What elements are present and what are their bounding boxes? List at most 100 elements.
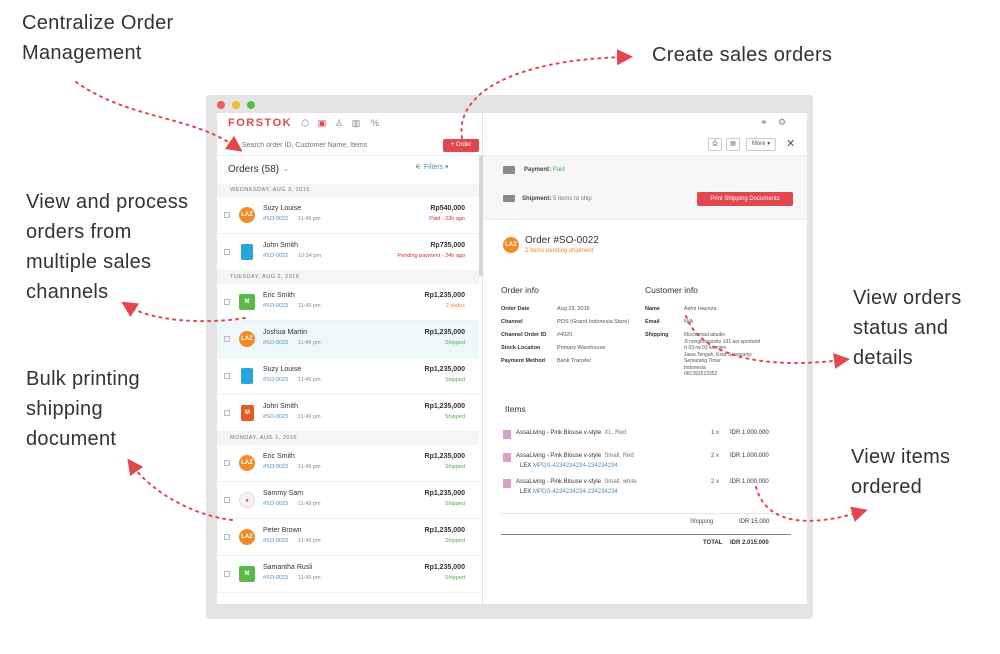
discount-icon[interactable]: % [369, 117, 381, 129]
order-row[interactable]: M Eric Smith #SO-0023 11:49 pm Rp1,235,000 2 … [217, 284, 479, 321]
channel-logo: LAZ [503, 237, 519, 253]
link-icon[interactable]: ⚭ [760, 117, 768, 128]
search-bar: + Order [217, 134, 483, 156]
shipping-address-line: Indonesia [684, 364, 706, 371]
order-id-link[interactable]: #SO-0023 [263, 303, 288, 309]
item-price: IDR 1.000.000 [730, 430, 769, 436]
shipment-label: Shipment: [522, 196, 552, 202]
order-status: Shipped [444, 414, 465, 420]
window-maximize-dot[interactable] [247, 101, 255, 109]
close-icon[interactable]: ✕ [786, 137, 795, 150]
order-id-link[interactable]: #SO-0023 [263, 414, 288, 420]
order-status: Shipped [444, 464, 465, 470]
order-row[interactable]: LAZ Peter Brown #SO-0023 11:49 pm Rp1,235,00… [217, 519, 479, 556]
order-checkbox[interactable] [224, 534, 230, 540]
item-quantity: 2 x [711, 453, 720, 459]
order-row[interactable]: Suzy Louise #SO-0023 11:49 pm Rp1,235,000 Sh… [217, 358, 479, 395]
tracking-link[interactable]: MPDS-4234234234-234234234 [533, 489, 618, 495]
order-time: 11:49 pm [298, 464, 321, 470]
divider-thick [501, 534, 791, 535]
card-icon [503, 166, 515, 174]
order-checkbox[interactable] [224, 571, 230, 577]
order-checkbox[interactable] [224, 460, 230, 466]
order-row[interactable]: ● Sammy Sam #SO-0023 11:49 pm Rp1,235,000 Shi… [217, 482, 479, 519]
order-id-link[interactable]: #SO-0023 [263, 464, 288, 470]
order-checkbox[interactable] [224, 373, 230, 379]
order-amount: Rp1,235,000 [424, 329, 465, 336]
item-price: IDR 1.000.000 [730, 453, 769, 459]
order-status: Shipped [444, 340, 465, 346]
order-amount: Rp1,235,000 [424, 366, 465, 373]
order-checkbox[interactable] [224, 410, 230, 416]
order-id-link[interactable]: #SO-0023 [263, 340, 288, 346]
order-checkbox[interactable] [224, 212, 230, 218]
shipment-status: 5 items to ship [553, 196, 592, 202]
order-row[interactable]: LAZ Suzy Louise #SO-0022 11:49 pm Rp540,000 P… [217, 197, 479, 234]
orders-panel: FORSTOK ⬡ ▣ ♙ ▥ % + Order Orders (58) ⌄ … [217, 113, 483, 604]
order-id-link[interactable]: #SO-0022 [263, 253, 288, 259]
search-input[interactable] [242, 137, 437, 153]
order-row[interactable]: LAZ Joshua Martin #SO-0023 11:49 pm Rp1,235,… [217, 321, 479, 358]
order-id-link[interactable]: #SO-0023 [263, 575, 288, 581]
channel-logo [241, 244, 253, 260]
order-row[interactable]: M John Smith #SO-0023 11:49 pm Rp1,235,000 Sh… [217, 395, 479, 432]
order-info-label: Payment Method [501, 358, 546, 364]
order-id-link[interactable]: #SO-0023 [263, 501, 288, 507]
order-row[interactable]: M Samantha Rusli #SO-0023 11:49 pm Rp1,235,0… [217, 556, 479, 593]
order-info-value: Bank Transfer [557, 358, 592, 364]
shipping-address-line: Semarang Timur [684, 358, 721, 364]
filters-button[interactable]: Filters ▾ [424, 163, 449, 171]
gear-icon[interactable]: ⚙ [778, 117, 786, 128]
order-time: 11:49 pm [298, 377, 321, 383]
user-icon[interactable]: ♙ [333, 117, 345, 129]
customer-name: John Smith [263, 403, 299, 410]
date-group-header: MONDAY, AUG 1, 2016 [217, 432, 479, 445]
chevron-down-icon[interactable]: ⌄ [283, 165, 289, 173]
order-checkbox[interactable] [224, 299, 230, 305]
shipping-address-line: rt 03 rw 03 kemijen [684, 345, 727, 351]
order-checkbox[interactable] [224, 249, 230, 255]
shipping-address-line: Jl nongkowarsito 191 asr sportand [684, 338, 761, 345]
more-dropdown[interactable]: More ▾ [746, 138, 776, 151]
order-checkbox[interactable] [224, 336, 230, 342]
order-time: 11:49 pm [298, 575, 321, 581]
order-status: Pending payment - 24h ago [397, 253, 465, 259]
item-thumbnail [503, 453, 511, 462]
order-status: Shipped [444, 377, 465, 383]
window-minimize-dot[interactable] [232, 101, 240, 109]
print-shipping-documents-button[interactable]: Print Shipping Documents [697, 192, 793, 206]
order-amount: Rp735,000 [430, 242, 465, 249]
orders-count-title[interactable]: Orders (58) [228, 164, 279, 175]
shipment-row: Shipment: 5 items to ship [522, 196, 592, 202]
order-row[interactable]: LAZ Eric Smith #SO-0023 11:49 pm Rp1,235,000… [217, 445, 479, 482]
order-info-label: Channel Order ID [501, 332, 547, 338]
bar-chart-icon[interactable]: ▥ [350, 117, 362, 129]
item-price: IDR 1.000.000 [730, 479, 769, 485]
customer-shipping-label: Shipping [645, 332, 669, 338]
box-icon[interactable]: ⬡ [299, 117, 311, 129]
order-amount: Rp1,235,000 [424, 403, 465, 410]
print-icon[interactable]: ⎙ [708, 138, 722, 151]
order-subtitle: 2 items pending shipment [525, 248, 594, 254]
filter-icon[interactable]: ⚟ [415, 163, 421, 171]
order-id-link[interactable]: #SO-0023 [263, 538, 288, 544]
order-id-link[interactable]: #SO-0022 [263, 216, 288, 222]
status-summary: Payment: Paid Shipment: 5 items to ship … [483, 156, 807, 220]
tracking-link[interactable]: MPDS-4234234234-234234234 [533, 463, 618, 469]
window-close-dot[interactable] [217, 101, 225, 109]
pdf-icon[interactable]: ▤ [726, 138, 740, 151]
forstok-logo[interactable]: FORSTOK [228, 117, 292, 129]
total-label: TOTAL [703, 540, 723, 546]
order-info-value: #4020 [557, 332, 573, 338]
truck-icon [503, 195, 515, 202]
shopping-bag-icon[interactable]: ▣ [316, 117, 328, 129]
order-id-link[interactable]: #SO-0023 [263, 377, 288, 383]
item-tracking: LEX MPDS-4234234234-234234234 [520, 463, 618, 469]
order-amount: Rp1,235,000 [424, 564, 465, 571]
order-checkbox[interactable] [224, 497, 230, 503]
add-order-button[interactable]: + Order [443, 139, 479, 152]
order-status: 2 status [445, 303, 465, 309]
order-row[interactable]: John Smith #SO-0022 10:34 pm Rp735,000 Pendi… [217, 234, 479, 271]
item-name: AssaLiving - Pink Blouse v-style XL, Red [516, 430, 627, 436]
detail-toolbar: ⎙ ▤ More ▾ ✕ [483, 134, 807, 156]
